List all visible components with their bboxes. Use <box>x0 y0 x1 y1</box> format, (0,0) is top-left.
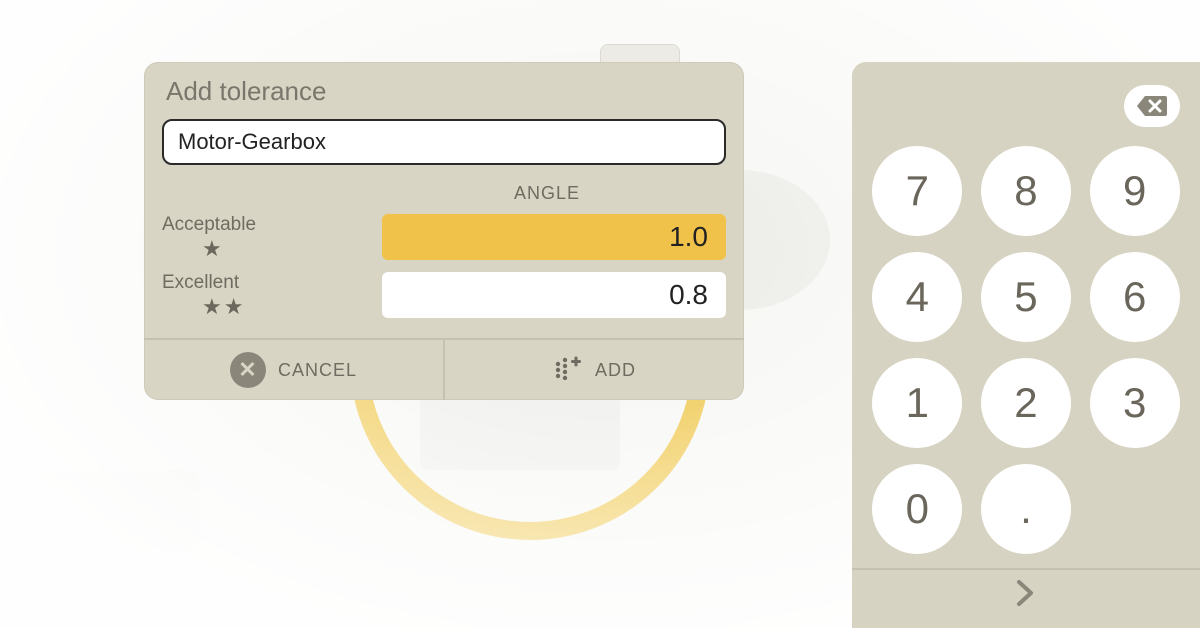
dialog-title: Add tolerance <box>144 62 744 119</box>
angle-column-header: ANGLE <box>382 183 712 204</box>
acceptable-angle-input[interactable]: 1.0 <box>382 214 726 260</box>
excellent-label-block: Excellent ★ ★ <box>162 272 382 318</box>
add-button[interactable]: ADD <box>443 340 744 400</box>
key-4[interactable]: 4 <box>872 252 962 342</box>
add-label: ADD <box>595 360 636 381</box>
acceptable-label-block: Acceptable ★ <box>162 214 382 260</box>
key-7[interactable]: 7 <box>872 146 962 236</box>
key-1[interactable]: 1 <box>872 358 962 448</box>
acceptable-row: Acceptable ★ 1.0 <box>162 212 726 262</box>
cancel-button[interactable]: ✕ CANCEL <box>144 340 443 400</box>
close-icon: ✕ <box>230 352 266 388</box>
key-8[interactable]: 8 <box>981 146 1071 236</box>
key-0[interactable]: 0 <box>872 464 962 554</box>
acceptable-label: Acceptable <box>162 214 256 236</box>
star-icon: ★ <box>224 296 244 318</box>
add-tolerance-dialog: Add tolerance ANGLE Acceptable ★ 1.0 Exc… <box>144 62 744 400</box>
dialog-footer: ✕ CANCEL ADD <box>144 338 744 400</box>
dialog-body: ANGLE Acceptable ★ 1.0 Excellent ★ ★ 0.8 <box>144 119 744 338</box>
key-3[interactable]: 3 <box>1090 358 1180 448</box>
chevron-right-icon <box>1015 578 1037 617</box>
backspace-button[interactable] <box>1124 85 1180 127</box>
acceptable-stars: ★ <box>202 238 222 260</box>
key-2[interactable]: 2 <box>981 358 1071 448</box>
excellent-row: Excellent ★ ★ 0.8 <box>162 270 726 320</box>
star-icon: ★ <box>202 296 222 318</box>
keypad-grid: 7 8 9 4 5 6 1 2 3 0 . <box>872 146 1180 554</box>
cancel-label: CANCEL <box>278 360 357 381</box>
excellent-stars: ★ ★ <box>202 296 243 318</box>
excellent-angle-input[interactable]: 0.8 <box>382 272 726 318</box>
keypad-top <box>872 80 1180 132</box>
backspace-icon <box>1135 94 1169 118</box>
key-5[interactable]: 5 <box>981 252 1071 342</box>
numeric-keypad: 7 8 9 4 5 6 1 2 3 0 . <box>852 62 1200 628</box>
add-icon <box>553 354 583 386</box>
tolerance-name-input[interactable] <box>162 119 726 165</box>
key-6[interactable]: 6 <box>1090 252 1180 342</box>
excellent-label: Excellent <box>162 272 239 294</box>
keypad-confirm-button[interactable] <box>852 568 1200 624</box>
key-decimal[interactable]: . <box>981 464 1071 554</box>
star-icon: ★ <box>202 238 222 260</box>
key-9[interactable]: 9 <box>1090 146 1180 236</box>
